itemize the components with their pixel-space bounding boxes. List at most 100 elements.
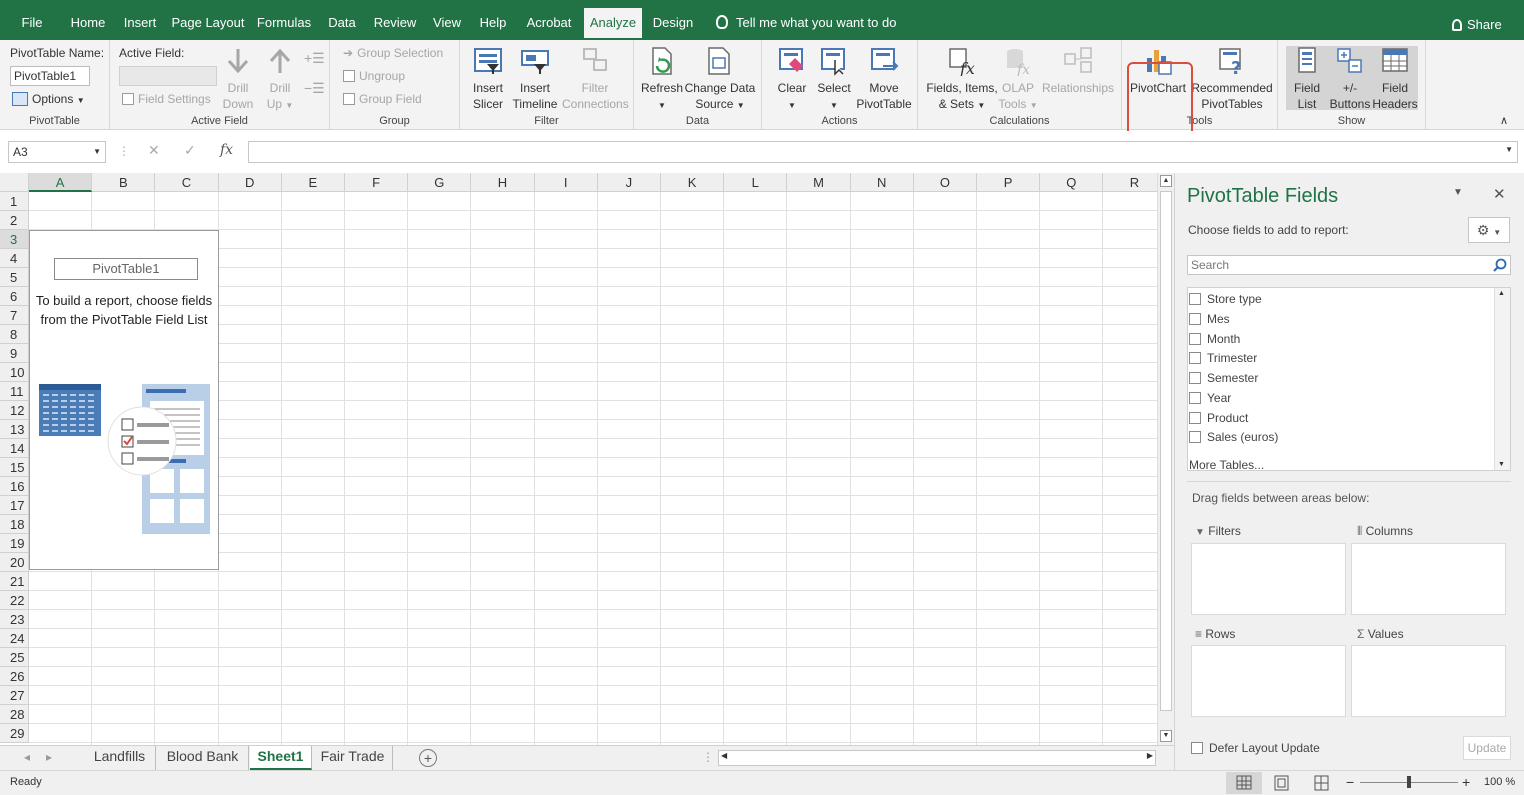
field-item-month[interactable]: Month (1189, 332, 1240, 346)
row-header-18[interactable]: 18 (0, 515, 29, 534)
recommended-pivottables-button[interactable]: ? Recommended PivotTables (1188, 46, 1276, 112)
field-item-year[interactable]: Year (1189, 391, 1231, 405)
scroll-up-icon[interactable]: ▲ (1498, 290, 1505, 297)
split-handle-icon[interactable]: ⋮ (702, 750, 714, 764)
row-header-1[interactable]: 1 (0, 192, 29, 211)
checkbox-icon[interactable] (1189, 412, 1201, 424)
close-pane-icon[interactable]: ✕ (1493, 185, 1506, 203)
normal-view-button[interactable] (1226, 772, 1262, 794)
checkbox-icon[interactable] (1189, 372, 1201, 384)
row-header-20[interactable]: 20 (0, 553, 29, 572)
more-tables-link[interactable]: More Tables... (1189, 458, 1264, 472)
scroll-thumb[interactable] (1160, 191, 1172, 711)
tell-me-search[interactable]: Tell me what you want to do (716, 8, 896, 38)
field-headers-toggle[interactable]: Field Headers (1372, 46, 1418, 111)
move-pivottable-button[interactable]: Move PivotTable (856, 46, 912, 112)
ungroup-button[interactable]: Ungroup (343, 69, 405, 83)
row-header-2[interactable]: 2 (0, 211, 29, 230)
tab-file[interactable]: File (10, 8, 54, 38)
tab-page-layout[interactable]: Page Layout (168, 8, 248, 38)
field-item-trimester[interactable]: Trimester (1189, 351, 1257, 365)
field-settings-button[interactable]: Field Settings (122, 92, 211, 106)
tab-acrobat[interactable]: Acrobat (520, 8, 578, 38)
column-header-h[interactable]: H (471, 173, 535, 192)
sheet-tab-landfills[interactable]: Landfills (84, 746, 156, 770)
column-header-q[interactable]: Q (1040, 173, 1104, 192)
select-button[interactable]: Select ▼ (814, 46, 854, 114)
cancel-icon[interactable]: ✕ (148, 142, 160, 159)
insert-slicer-button[interactable]: Insert Slicer (468, 46, 508, 112)
row-header-3[interactable]: 3 (0, 230, 29, 249)
column-header-d[interactable]: D (218, 173, 282, 192)
column-header-i[interactable]: I (534, 173, 598, 192)
scroll-down-icon[interactable]: ▼ (1498, 461, 1505, 468)
plus-minus-buttons-toggle[interactable]: +/- Buttons (1328, 46, 1372, 111)
field-item-store-type[interactable]: Store type (1189, 292, 1262, 306)
tab-view[interactable]: View (428, 8, 466, 38)
zoom-in-button[interactable]: + (1462, 774, 1470, 790)
column-header-p[interactable]: P (977, 173, 1041, 192)
update-button[interactable]: Update (1463, 736, 1511, 760)
checkbox-icon[interactable] (1189, 333, 1201, 345)
row-header-12[interactable]: 12 (0, 401, 29, 420)
tab-review[interactable]: Review (369, 8, 421, 38)
zoom-slider-thumb[interactable] (1407, 776, 1411, 788)
horizontal-scrollbar[interactable]: ◀ ▶ (718, 750, 1156, 766)
row-header-9[interactable]: 9 (0, 344, 29, 363)
tab-analyze[interactable]: Analyze (584, 8, 642, 38)
row-header-7[interactable]: 7 (0, 306, 29, 325)
column-header-f[interactable]: F (345, 173, 409, 192)
insert-timeline-button[interactable]: Insert Timeline (510, 46, 560, 112)
options-button[interactable]: Options ▼ (12, 92, 85, 106)
row-header-6[interactable]: 6 (0, 287, 29, 306)
prev-sheet-icon[interactable]: ◂ (24, 750, 30, 764)
relationships-button[interactable]: Relationships (1038, 46, 1118, 96)
field-item-sales-euros[interactable]: Sales (euros) (1189, 430, 1278, 444)
filter-connections-button[interactable]: Filter Connections (562, 46, 629, 112)
column-header-m[interactable]: M (787, 173, 851, 192)
column-header-a[interactable]: A (29, 173, 93, 192)
worksheet-grid[interactable]: ABCDEFGHIJKLMNOPQR 1 2 3 4 5 6 7 8 9 10 11 12 13 14 15… (0, 173, 1157, 745)
pivot-table-placeholder[interactable]: PivotTable1 To build a report, choose fi… (29, 230, 219, 570)
tools-gear-button[interactable]: ⚙ ▼ (1468, 217, 1510, 243)
scroll-down-button[interactable]: ▼ (1160, 730, 1172, 742)
scroll-up-button[interactable]: ▲ (1160, 175, 1172, 187)
pivottable-name-input[interactable]: PivotTable1 (10, 66, 90, 86)
zoom-out-button[interactable]: − (1346, 774, 1354, 790)
check-icon[interactable]: ✓ (184, 142, 196, 159)
row-header-5[interactable]: 5 (0, 268, 29, 287)
row-header-14[interactable]: 14 (0, 439, 29, 458)
column-header-n[interactable]: N (850, 173, 914, 192)
row-header-8[interactable]: 8 (0, 325, 29, 344)
tab-insert[interactable]: Insert (118, 8, 162, 38)
checkbox-icon[interactable] (1189, 431, 1201, 443)
column-header-o[interactable]: O (913, 173, 977, 192)
column-header-r[interactable]: R (1103, 173, 1157, 192)
row-header-15[interactable]: 15 (0, 458, 29, 477)
fields-items-sets-button[interactable]: fx Fields, Items, & Sets ▼ (926, 46, 998, 114)
tab-design[interactable]: Design (648, 8, 698, 38)
insert-function-button[interactable]: fx (220, 142, 233, 158)
checkbox-icon[interactable] (1189, 352, 1201, 364)
defer-layout-update-checkbox[interactable]: Defer Layout Update (1191, 741, 1320, 755)
column-header-c[interactable]: C (155, 173, 219, 192)
scroll-right-icon[interactable]: ▶ (1147, 751, 1153, 760)
collapse-field-icon[interactable]: −☰ (304, 80, 325, 97)
checkbox-icon[interactable] (1189, 392, 1201, 404)
columns-drop-area[interactable] (1351, 543, 1506, 615)
column-header-l[interactable]: L (724, 173, 788, 192)
change-data-source-button[interactable]: Change Data Source ▼ (684, 46, 756, 114)
sheet-tab-fair-trade[interactable]: Fair Trade (313, 746, 393, 770)
sheet-tab-blood-bank[interactable]: Blood Bank (157, 746, 249, 770)
zoom-level[interactable]: 100 % (1484, 776, 1515, 788)
field-list-toggle[interactable]: Field List (1286, 46, 1328, 111)
group-field-button[interactable]: Group Field (343, 92, 422, 106)
column-header-b[interactable]: B (92, 173, 156, 192)
add-sheet-button[interactable]: + (419, 749, 437, 767)
olap-tools-button[interactable]: fx OLAP Tools ▼ (998, 46, 1038, 114)
formula-input[interactable]: ▼ (248, 141, 1518, 163)
checkbox-icon[interactable] (1191, 742, 1203, 754)
row-header-21[interactable]: 21 (0, 572, 29, 591)
tab-formulas[interactable]: Formulas (253, 8, 315, 38)
expand-field-icon[interactable]: +☰ (304, 50, 325, 67)
